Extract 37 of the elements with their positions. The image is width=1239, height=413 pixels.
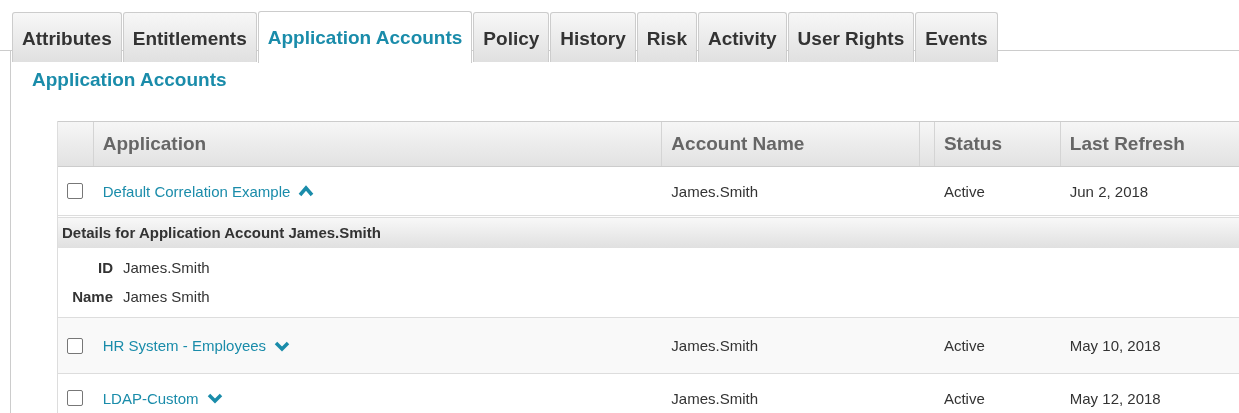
tab[interactable]: History — [550, 12, 636, 62]
chevron-icon[interactable] — [274, 339, 291, 352]
column-header[interactable]: Account Name — [662, 122, 920, 166]
column-header[interactable]: Status — [934, 122, 1061, 166]
table-cell: Jun 2, 2018 — [1069, 182, 1149, 200]
table-cell: May 12, 2018 — [1069, 389, 1161, 407]
application-link[interactable]: Default Correlation Example — [102, 182, 291, 200]
tab[interactable]: User Rights — [787, 12, 915, 62]
column-header[interactable]: Last Refresh — [1060, 122, 1239, 166]
application-link[interactable]: LDAP-Custom — [102, 389, 199, 407]
table-cell: James.Smith — [671, 182, 759, 200]
table-cell: May 10, 2018 — [1069, 337, 1161, 354]
checkbox[interactable] — [67, 337, 83, 354]
tab[interactable]: Events — [915, 12, 998, 62]
column-header[interactable]: Application — [93, 122, 663, 166]
table-cell: Active — [943, 182, 985, 200]
checkbox[interactable] — [67, 390, 83, 406]
field-label: ID — [97, 259, 113, 276]
table-cell: James.Smith — [671, 337, 759, 354]
field-label: Name — [71, 288, 113, 305]
tab[interactable]: Entitlements — [122, 12, 257, 62]
checkbox[interactable] — [67, 183, 83, 199]
table-cell: Active — [943, 337, 985, 354]
tab[interactable]: Activity — [697, 12, 787, 62]
table-cell: James.Smith — [671, 389, 759, 407]
chevron-icon[interactable] — [298, 185, 315, 197]
section-title: Application Accounts — [32, 69, 228, 91]
field-value: James Smith — [123, 288, 210, 305]
table-cell: Active — [943, 389, 985, 407]
field-value: James.Smith — [123, 259, 210, 276]
application-link[interactable]: HR System - Employees — [102, 337, 267, 354]
tab[interactable]: Application Accounts — [257, 11, 473, 63]
details-header: Details for Application Account James.Smith — [58, 218, 1239, 248]
tab[interactable]: Policy — [473, 12, 550, 62]
tab[interactable]: Risk — [636, 12, 697, 62]
chevron-icon[interactable] — [206, 392, 223, 404]
tab[interactable]: Attributes — [12, 12, 122, 62]
